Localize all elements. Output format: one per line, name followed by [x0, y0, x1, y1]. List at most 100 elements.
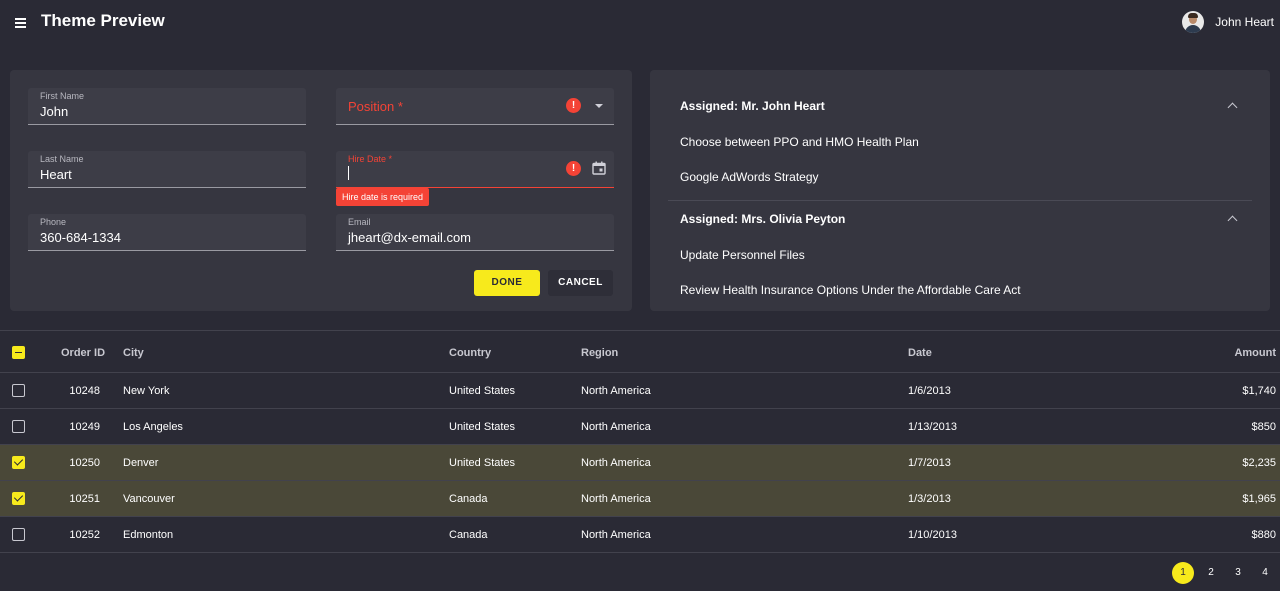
hire-date-error-message: Hire date is required — [336, 188, 430, 206]
row-select-cell — [12, 373, 25, 408]
date-cell: 1/13/2013 — [908, 420, 957, 433]
order-id-cell: 10252 — [69, 528, 100, 541]
table-row[interactable]: 10252 Edmonton Canada North America 1/10/201… — [0, 517, 1280, 553]
position-placeholder: Position * — [348, 99, 403, 114]
phone-label: Phone — [40, 217, 67, 227]
pager: 1 2 3 4 — [1172, 562, 1280, 584]
grid-border — [0, 330, 1280, 331]
error-icon: ! — [566, 98, 581, 113]
region-cell: North America — [581, 420, 651, 433]
chevron-down-icon[interactable] — [595, 104, 603, 108]
column-header-order-id[interactable]: Order ID — [61, 333, 105, 372]
done-button[interactable]: DONE — [474, 270, 540, 296]
country-cell: United States — [449, 456, 516, 469]
last-name-field[interactable]: Last Name Heart — [28, 151, 306, 188]
table-row[interactable]: 10250 Denver United States North America 1/7… — [0, 445, 1280, 481]
tasks-list-card: Assigned: Mr. John Heart Choose between … — [650, 70, 1270, 311]
phone-value: 360-684-1334 — [40, 230, 121, 245]
country-cell: Canada — [449, 528, 488, 541]
list-item[interactable]: Update Personnel Files — [680, 248, 805, 262]
table-row[interactable]: 10249 Los Angeles United States North Ameri… — [0, 409, 1280, 445]
list-item[interactable]: Google AdWords Strategy — [680, 170, 819, 184]
column-header-region[interactable]: Region — [581, 333, 618, 372]
cancel-button[interactable]: CANCEL — [548, 270, 613, 296]
chevron-up-icon[interactable] — [1227, 215, 1238, 226]
city-cell: Los Angeles — [123, 420, 183, 433]
country-cell: United States — [449, 420, 516, 433]
group-header-olivia-peyton[interactable]: Assigned: Mrs. Olivia Peyton — [680, 212, 845, 226]
order-id-cell: 10248 — [69, 384, 100, 397]
order-id-cell: 10251 — [69, 492, 100, 505]
city-cell: Denver — [123, 456, 159, 469]
page-button-4[interactable]: 4 — [1254, 562, 1276, 584]
hire-date-field[interactable]: Hire Date * ! — [336, 151, 614, 188]
table-row[interactable]: 10251 Vancouver Canada North America 1/3/201… — [0, 481, 1280, 517]
avatar — [1182, 11, 1205, 33]
row-checkbox[interactable] — [12, 384, 25, 397]
date-cell: 1/6/2013 — [908, 384, 951, 397]
row-select-cell — [12, 481, 25, 516]
page-button-2[interactable]: 2 — [1200, 562, 1222, 584]
menu-icon[interactable] — [12, 14, 30, 32]
email-label: Email — [348, 217, 371, 227]
last-name-label: Last Name — [40, 154, 84, 164]
page-button-1[interactable]: 1 — [1172, 562, 1194, 584]
row-checkbox[interactable] — [12, 456, 25, 469]
user-menu[interactable]: John Heart — [1182, 11, 1274, 33]
row-select-cell — [12, 445, 25, 480]
hire-date-label: Hire Date * — [348, 154, 393, 164]
amount-cell: $850 — [1251, 420, 1276, 433]
list-item[interactable]: Choose between PPO and HMO Health Plan — [680, 135, 919, 149]
select-all-checkbox[interactable] — [12, 346, 25, 359]
grid-header-row: Order ID City Country Region Date Amount — [0, 333, 1280, 373]
position-select[interactable]: Position * ! — [336, 88, 614, 125]
table-row[interactable]: 10248 New York United States North America 1… — [0, 373, 1280, 409]
country-cell: United States — [449, 384, 516, 397]
error-icon: ! — [566, 161, 581, 176]
amount-cell: $1,740 — [1242, 384, 1276, 397]
city-cell: Vancouver — [123, 492, 175, 505]
amount-cell: $880 — [1251, 528, 1276, 541]
date-cell: 1/10/2013 — [908, 528, 957, 541]
row-checkbox[interactable] — [12, 420, 25, 433]
order-id-cell: 10250 — [69, 456, 100, 469]
column-header-amount[interactable]: Amount — [1234, 333, 1276, 372]
row-checkbox[interactable] — [12, 528, 25, 541]
column-header-country[interactable]: Country — [449, 333, 491, 372]
date-cell: 1/3/2013 — [908, 492, 951, 505]
select-all-cell — [12, 333, 25, 372]
country-cell: Canada — [449, 492, 488, 505]
amount-cell: $1,965 — [1242, 492, 1276, 505]
email-field[interactable]: Email jheart@dx-email.com — [336, 214, 614, 251]
first-name-field[interactable]: First Name John — [28, 88, 306, 125]
email-value: jheart@dx-email.com — [348, 230, 472, 245]
text-caret — [348, 166, 349, 180]
column-header-city[interactable]: City — [123, 333, 144, 372]
region-cell: North America — [581, 528, 651, 541]
employee-form-card: First Name John Last Name Heart Phone 36… — [10, 70, 632, 311]
date-cell: 1/7/2013 — [908, 456, 951, 469]
app-title: Theme Preview — [41, 11, 165, 30]
region-cell: North America — [581, 384, 651, 397]
chevron-up-icon[interactable] — [1227, 102, 1238, 113]
user-name: John Heart — [1215, 15, 1274, 29]
region-cell: North America — [581, 492, 651, 505]
column-header-date[interactable]: Date — [908, 333, 932, 372]
top-toolbar: Theme Preview John Heart — [0, 0, 1280, 48]
first-name-value: John — [40, 104, 69, 119]
region-cell: North America — [581, 456, 651, 469]
first-name-label: First Name — [40, 91, 85, 101]
divider — [668, 200, 1252, 201]
list-item[interactable]: Review Health Insurance Options Under th… — [680, 283, 1021, 297]
row-select-cell — [12, 409, 25, 444]
order-id-cell: 10249 — [69, 420, 100, 433]
phone-field[interactable]: Phone 360-684-1334 — [28, 214, 306, 251]
amount-cell: $2,235 — [1242, 456, 1276, 469]
calendar-icon[interactable] — [592, 161, 606, 175]
row-select-cell — [12, 517, 25, 552]
last-name-value: Heart — [40, 167, 72, 182]
row-checkbox[interactable] — [12, 492, 25, 505]
page-button-3[interactable]: 3 — [1227, 562, 1249, 584]
group-header-john-heart[interactable]: Assigned: Mr. John Heart — [680, 99, 825, 113]
city-cell: Edmonton — [123, 528, 174, 541]
